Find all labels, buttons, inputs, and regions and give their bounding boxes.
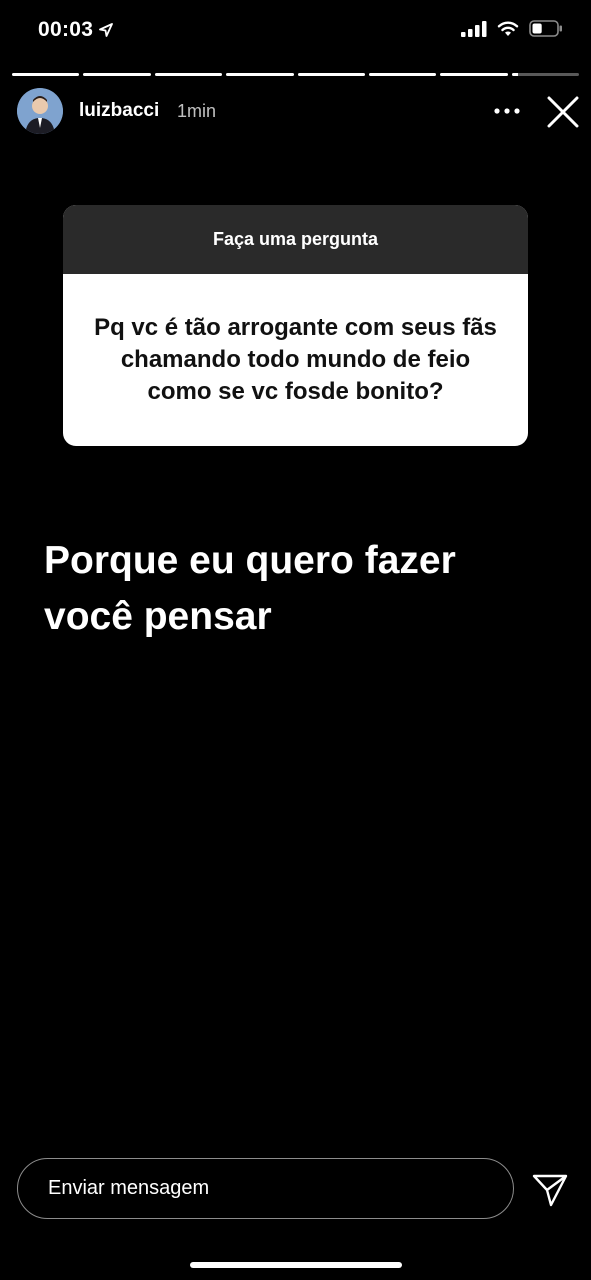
close-button[interactable] bbox=[544, 93, 582, 131]
story-progress-segment bbox=[440, 73, 508, 76]
story-progress-fill bbox=[297, 73, 365, 76]
more-horizontal-icon bbox=[494, 108, 520, 114]
avatar-image bbox=[17, 88, 63, 134]
story-progress-fill bbox=[12, 73, 80, 76]
username[interactable]: luizbacci bbox=[79, 100, 159, 122]
story-progress-fill bbox=[83, 73, 151, 76]
question-card-title: Faça uma pergunta bbox=[63, 205, 528, 274]
story-progress-segment bbox=[226, 73, 294, 76]
close-icon bbox=[547, 96, 579, 128]
status-icons bbox=[461, 20, 563, 37]
status-time: 00:03 bbox=[38, 18, 114, 42]
story-progress-segment bbox=[154, 73, 223, 76]
battery-icon bbox=[529, 20, 562, 37]
wifi-icon bbox=[497, 21, 519, 36]
home-indicator bbox=[190, 1262, 402, 1268]
story-progress-segment bbox=[12, 73, 80, 76]
answer-text: Porque eu quero fazer você pensar bbox=[44, 533, 564, 645]
location-arrow-icon bbox=[99, 23, 114, 37]
story-progress-fill bbox=[226, 73, 294, 76]
question-card: Faça uma pergunta Pq vc é tão arrogante … bbox=[63, 205, 528, 446]
story-progress-bar bbox=[12, 73, 579, 76]
question-text: Pq vc é tão arrogante com seus fãs chama… bbox=[94, 314, 497, 405]
message-placeholder: Enviar mensagem bbox=[48, 1177, 210, 1199]
story-progress-fill bbox=[511, 73, 519, 76]
story-progress-segment bbox=[368, 73, 437, 76]
send-paper-plane-icon bbox=[532, 1174, 568, 1207]
message-input[interactable]: Enviar mensagem bbox=[17, 1158, 514, 1219]
story-progress-fill bbox=[368, 73, 437, 76]
answer-line-1: Porque eu quero fazer bbox=[44, 539, 456, 582]
time-ago: 1min bbox=[177, 101, 217, 121]
story-progress-segment bbox=[511, 73, 579, 76]
story-progress-segment bbox=[297, 73, 365, 76]
story-progress-fill bbox=[440, 73, 508, 76]
status-time-text: 00:03 bbox=[38, 18, 94, 41]
avatar[interactable] bbox=[17, 88, 63, 134]
more-options-button[interactable] bbox=[492, 98, 522, 124]
send-button[interactable] bbox=[530, 1170, 570, 1210]
answer-line-2: você pensar bbox=[44, 595, 272, 638]
story-progress-fill bbox=[154, 73, 223, 76]
story-progress-segment bbox=[83, 73, 151, 76]
cellular-signal-icon bbox=[461, 20, 487, 37]
